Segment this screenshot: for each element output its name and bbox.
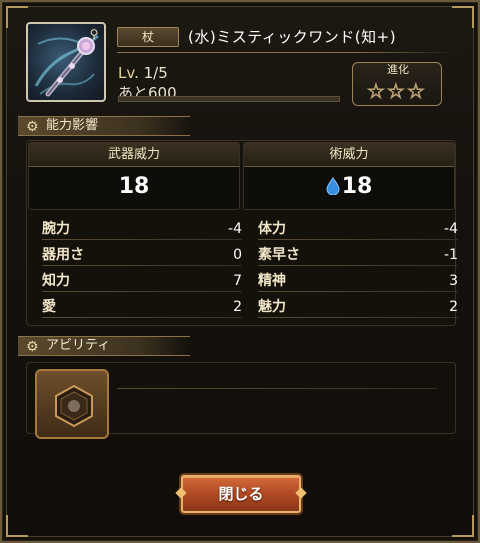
- section-header-ability: ⚙ アビリティ: [18, 336, 190, 356]
- evolution-stars: ☆☆☆: [367, 79, 427, 104]
- section-header-stats: ⚙ 能力影響: [18, 116, 190, 136]
- ability-locked-icon: [55, 384, 93, 428]
- stat-row: 素早さ -1: [258, 244, 458, 266]
- stat-row: 魅力 2: [258, 296, 458, 318]
- gear-icon: ⚙: [26, 339, 39, 355]
- stat-name: 魅力: [258, 299, 286, 315]
- stat-value: 0: [233, 247, 242, 263]
- stat-row: 精神 3: [258, 270, 458, 292]
- stat-value: 7: [233, 273, 242, 289]
- level-display: Lv. 1/5: [118, 64, 168, 82]
- stat-value: 2: [449, 299, 458, 315]
- level-label: Lv.: [118, 64, 139, 82]
- stat-row: 知力 7: [42, 270, 242, 292]
- stat-name: 精神: [258, 273, 286, 289]
- stat-row: 体力 -4: [258, 218, 458, 240]
- magic-power-display: 18: [244, 167, 454, 207]
- evolution-label: 進化: [387, 63, 409, 76]
- item-detail-panel: ⚲ 杖 (水)ミスティックワンド(知+) Lv. 1/5 あと600 進化 ☆☆…: [0, 0, 480, 543]
- stat-value: -4: [228, 221, 242, 237]
- weapon-power-box: 武器威力 18: [28, 142, 240, 210]
- frame-corner: [6, 6, 28, 28]
- stat-value: -1: [444, 247, 458, 263]
- category-badge: 杖: [117, 27, 179, 47]
- section-title: アビリティ: [46, 338, 111, 353]
- water-drop-icon: [326, 177, 340, 195]
- weapon-icon: ⚲: [26, 22, 106, 102]
- level-value: 1/5: [143, 64, 168, 82]
- section-title: 能力影響: [46, 118, 99, 133]
- weapon-power-value: 18: [118, 174, 150, 199]
- frame-corner: [6, 515, 28, 537]
- stat-name: 器用さ: [42, 247, 84, 263]
- magic-power-label: 術威力: [244, 143, 454, 167]
- key-icon: ⚲: [89, 27, 99, 41]
- stat-row: 器用さ 0: [42, 244, 242, 266]
- magic-power-value: 18: [341, 174, 373, 199]
- stat-value: 3: [449, 273, 458, 289]
- frame-corner: [452, 515, 474, 537]
- gear-icon: ⚙: [26, 119, 39, 135]
- stat-name: 素早さ: [258, 247, 300, 263]
- ability-slot[interactable]: [35, 369, 109, 439]
- stat-name: 愛: [42, 299, 56, 315]
- weapon-power-label: 武器威力: [29, 143, 239, 167]
- stat-value: -4: [444, 221, 458, 237]
- evolution-box: 進化 ☆☆☆: [352, 62, 442, 106]
- divider: [117, 52, 457, 53]
- item-name: (水)ミスティックワンド(知+): [188, 28, 397, 46]
- stat-value: 2: [233, 299, 242, 315]
- stat-row: 腕力 -4: [42, 218, 242, 240]
- divider: [117, 388, 437, 389]
- exp-bar: [118, 96, 340, 102]
- stat-row: 愛 2: [42, 296, 242, 318]
- stat-name: 体力: [258, 221, 286, 237]
- frame-corner: [452, 6, 474, 28]
- magic-power-box: 術威力 18: [243, 142, 455, 210]
- stat-name: 腕力: [42, 221, 70, 237]
- stat-name: 知力: [42, 273, 70, 289]
- close-button[interactable]: 閉じる: [181, 475, 301, 513]
